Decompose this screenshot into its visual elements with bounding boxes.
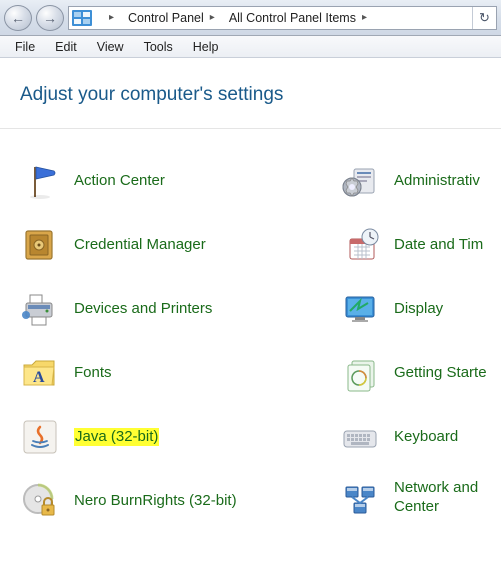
clock-calendar-icon [340,225,380,265]
divider [0,128,501,129]
cpl-item-fonts-folder[interactable]: Fonts [20,351,300,395]
cpl-item-getting-started[interactable]: Getting Starte [340,351,501,395]
chevron-right-icon: ▸ [362,12,367,23]
cpl-item-label[interactable]: Display [394,300,443,319]
address-bar[interactable]: ▸ Control Panel ▸ All Control Panel Item… [68,6,497,30]
disc-lock-icon [20,481,60,521]
breadcrumb-all-items[interactable]: All Control Panel Items ▸ [221,7,373,29]
cpl-item-clock-calendar[interactable]: Date and Tim [340,223,501,267]
cpl-item-label[interactable]: Date and Tim [394,236,483,255]
cpl-item-label[interactable]: Devices and Printers [74,300,212,319]
cpl-item-label[interactable]: Credential Manager [74,236,206,255]
arrow-left-icon: ← [11,10,25,26]
forward-button[interactable]: → [36,5,64,31]
breadcrumb-sep[interactable]: ▸ [95,7,120,29]
explorer-navbar: ← → ▸ Control Panel ▸ All Control Panel … [0,0,501,36]
menu-view[interactable]: View [88,38,133,56]
content-area: Adjust your computer's settings Action C… [0,58,501,523]
cpl-item-printer[interactable]: Devices and Printers [20,287,300,331]
menu-edit[interactable]: Edit [46,38,86,56]
admin-tools-icon [340,161,380,201]
cpl-item-keyboard[interactable]: Keyboard [340,415,501,459]
breadcrumb-label: All Control Panel Items [229,11,356,25]
java-icon [20,417,60,457]
breadcrumb-control-panel[interactable]: Control Panel ▸ [120,7,221,29]
arrow-right-icon: → [43,10,57,26]
control-panel-icon [71,9,93,27]
menu-bar: File Edit View Tools Help [0,36,501,58]
cpl-item-label[interactable]: Action Center [74,172,165,191]
cpl-item-label[interactable]: Administrativ [394,172,480,191]
cpl-item-flag[interactable]: Action Center [20,159,300,203]
flag-icon [20,161,60,201]
keyboard-icon [340,417,380,457]
cpl-item-safe[interactable]: Credential Manager [20,223,300,267]
items-column-left: Action Center Credential Manager Devices a… [20,159,300,523]
printer-icon [20,289,60,329]
display-icon [340,289,380,329]
menu-help[interactable]: Help [184,38,228,56]
cpl-item-admin-tools[interactable]: Administrativ [340,159,501,203]
back-button[interactable]: ← [4,5,32,31]
refresh-icon: ↻ [479,10,490,26]
cpl-item-label[interactable]: Getting Starte [394,364,487,383]
cpl-item-label[interactable]: Network andCenter [394,479,478,517]
cpl-item-label[interactable]: Java (32-bit) [74,428,159,447]
page-title: Adjust your computer's settings [20,84,501,106]
menu-tools[interactable]: Tools [135,38,182,56]
cpl-item-label[interactable]: Keyboard [394,428,458,447]
fonts-folder-icon [20,353,60,393]
safe-icon [20,225,60,265]
items-column-right: Administrativ Date and Tim Display Getting … [340,159,501,523]
chevron-right-icon: ▸ [210,12,215,23]
cpl-item-network[interactable]: Network andCenter [340,479,501,523]
refresh-button[interactable]: ↻ [472,7,496,29]
menu-file[interactable]: File [6,38,44,56]
cpl-item-label[interactable]: Fonts [74,364,112,383]
cpl-item-label[interactable]: Nero BurnRights (32-bit) [74,492,237,511]
cpl-item-disc-lock[interactable]: Nero BurnRights (32-bit) [20,479,300,523]
getting-started-icon [340,353,380,393]
breadcrumb-label: Control Panel [128,11,204,25]
network-icon [340,481,380,521]
cpl-item-java[interactable]: Java (32-bit) [20,415,300,459]
cpl-item-display[interactable]: Display [340,287,501,331]
